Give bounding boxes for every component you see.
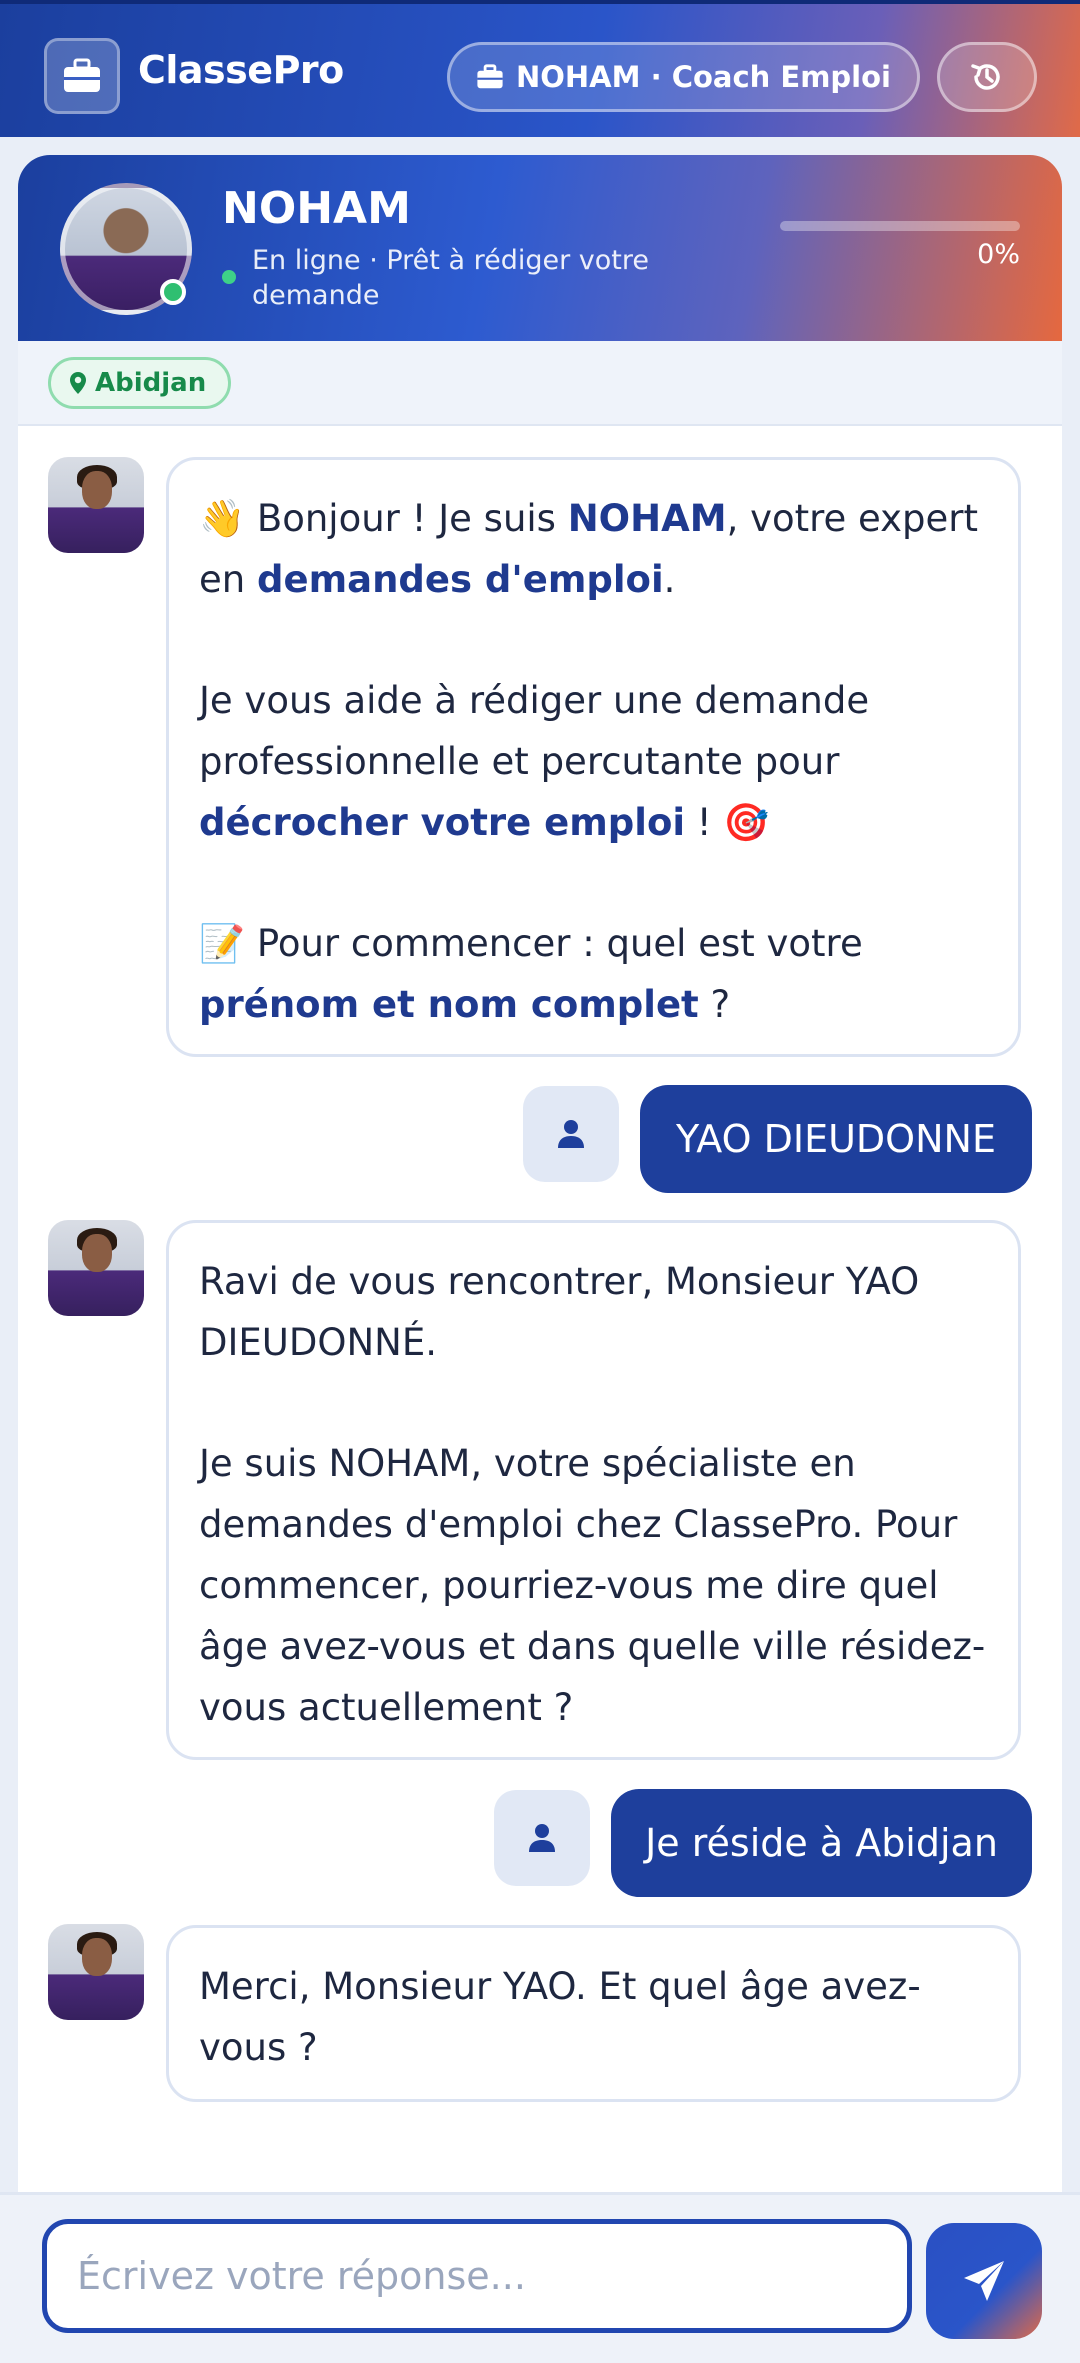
context-bar: Abidjan [18, 341, 1062, 426]
message-text: Merci, Monsieur YAO. Et quel âge avez-vo… [199, 1965, 921, 2069]
bot-avatar [48, 1924, 144, 2020]
bot-avatar [48, 1220, 144, 1316]
agent-header: NOHAM En ligne · Prêt à rédiger votre de… [18, 155, 1062, 341]
status-dot [222, 270, 236, 284]
location-badge: Abidjan [48, 357, 232, 409]
message-text: 👋 Bonjour ! Je suis NOHAM, votre expert … [199, 497, 979, 601]
location-label: Abidjan [95, 368, 207, 398]
map-pin-icon [70, 372, 86, 394]
message-composer [0, 2192, 1080, 2363]
briefcase-icon [477, 64, 503, 89]
send-icon [964, 2261, 1004, 2301]
app-header: ClassePro NOHAM · Coach Emploi [0, 0, 1080, 137]
progress-percent: 0% [977, 239, 1020, 270]
user-icon [529, 1824, 555, 1852]
message-text: Je vous aide à rédiger une demande profe… [199, 679, 870, 844]
user-avatar [494, 1790, 590, 1886]
bot-avatar [48, 457, 144, 553]
bot-message: Ravi de vous rencontrer, Monsieur YAO DI… [166, 1220, 1021, 1760]
message-text: Je suis NOHAM, votre spécialiste en dema… [199, 1442, 986, 1729]
message-text: Ravi de vous rencontrer, Monsieur YAO DI… [199, 1260, 920, 1364]
user-avatar [523, 1086, 619, 1182]
online-indicator [160, 279, 186, 305]
user-message: Je réside à Abidjan [611, 1789, 1032, 1897]
briefcase-icon [64, 58, 100, 92]
agent-status: En ligne · Prêt à rédiger votre demande [252, 245, 649, 311]
bot-message: Merci, Monsieur YAO. Et quel âge avez-vo… [166, 1925, 1021, 2102]
agent-name: NOHAM [222, 183, 411, 234]
user-icon [558, 1120, 584, 1148]
message-text: Je réside à Abidjan [645, 1821, 998, 1865]
app-logo[interactable] [44, 38, 120, 114]
coach-selector-button[interactable]: NOHAM · Coach Emploi [447, 42, 920, 112]
history-icon [971, 64, 1000, 90]
user-message: YAO DIEUDONNE [640, 1085, 1032, 1193]
bot-message: 👋 Bonjour ! Je suis NOHAM, votre expert … [166, 457, 1021, 1057]
send-button[interactable] [926, 2223, 1042, 2339]
reply-input[interactable] [42, 2219, 912, 2333]
progress-bar [780, 221, 1020, 231]
message-text: YAO DIEUDONNE [676, 1117, 996, 1161]
history-button[interactable] [937, 42, 1037, 112]
coach-label: NOHAM · Coach Emploi [515, 60, 891, 94]
message-text: 📝 Pour commencer : quel est votre prénom… [199, 922, 863, 1026]
app-title: ClassePro [138, 48, 344, 92]
